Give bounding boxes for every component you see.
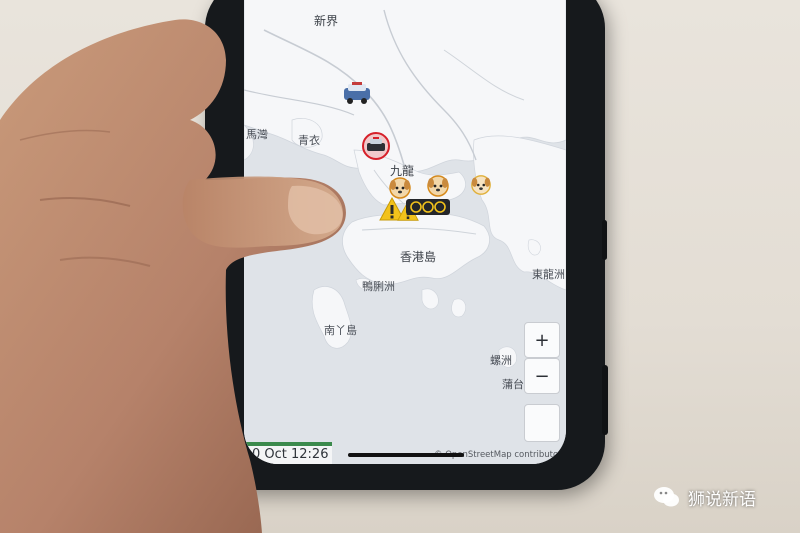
photo-scene: 新界 馬灣 青衣 九龍 香港島 鴨脷洲 南丫島 東龍洲 螺洲 蒲台 + − 0 … <box>0 0 800 533</box>
watermark-text: 狮说新语 <box>688 489 756 510</box>
hand-image <box>0 19 346 533</box>
wechat-icon <box>654 487 679 507</box>
watermark: 狮说新语 <box>652 482 756 512</box>
